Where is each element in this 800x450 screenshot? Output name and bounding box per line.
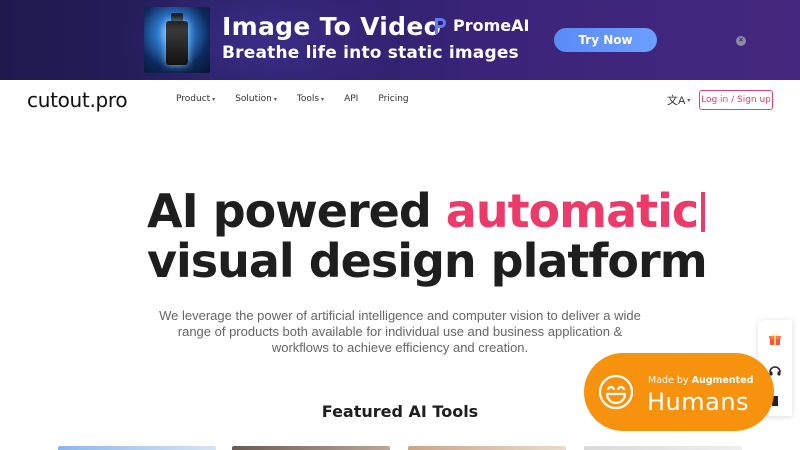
tool-card[interactable] bbox=[58, 446, 216, 450]
banner-title: Image To Video bbox=[222, 12, 442, 41]
hero-heading-line1: AI powered automatic bbox=[147, 184, 707, 238]
nav-item-tools[interactable]: Tools ▾ bbox=[297, 94, 324, 104]
site-logo[interactable]: cutout.pro bbox=[27, 88, 128, 112]
hero-heading-line2: visual design platform bbox=[147, 234, 708, 288]
try-now-button[interactable]: Try Now bbox=[554, 28, 657, 52]
promeai-brand: PromeAI bbox=[432, 16, 529, 35]
tool-card[interactable] bbox=[408, 446, 566, 450]
nav-item-solution[interactable]: Solution ▾ bbox=[235, 94, 277, 104]
badge-made-by: Made by bbox=[648, 375, 689, 386]
gift-icon[interactable] bbox=[768, 332, 782, 346]
top-navigation: cutout.pro Product ▾ Solution ▾ Tools ▾ … bbox=[0, 80, 800, 120]
hero-description: We leverage the power of artificial inte… bbox=[159, 308, 641, 355]
promeai-logo-icon bbox=[435, 17, 446, 34]
typing-caret bbox=[701, 192, 706, 232]
chevron-down-icon: ▾ bbox=[687, 97, 691, 104]
close-icon[interactable]: × bbox=[736, 36, 746, 46]
hero-heading-prefix: AI powered bbox=[147, 184, 446, 238]
nav-item-label: Solution bbox=[235, 94, 272, 104]
augmented-humans-badge[interactable]: Made by Augmented Humans bbox=[584, 353, 774, 431]
login-signup-button[interactable]: Log in / Sign up bbox=[699, 90, 773, 110]
nav-item-product[interactable]: Product ▾ bbox=[176, 94, 215, 104]
chevron-down-icon: ▾ bbox=[212, 95, 216, 103]
badge-augmented: Augmented bbox=[691, 375, 754, 386]
nav-menu: Product ▾ Solution ▾ Tools ▾ API Pricing bbox=[176, 94, 429, 104]
nav-item-pricing[interactable]: Pricing bbox=[378, 94, 408, 104]
chevron-down-icon: ▾ bbox=[273, 95, 277, 103]
nav-item-label: Tools bbox=[296, 94, 320, 104]
banner-subtitle: Breathe life into static images bbox=[222, 43, 519, 63]
language-selector[interactable]: 文A ▾ bbox=[667, 92, 690, 108]
nav-item-api[interactable]: API bbox=[344, 94, 358, 104]
translate-icon: 文A bbox=[667, 95, 686, 107]
nav-item-label: API bbox=[344, 94, 359, 104]
promo-banner[interactable]: Image To Video Breathe life into static … bbox=[0, 0, 800, 80]
tool-card[interactable] bbox=[232, 446, 390, 450]
nav-item-label: Pricing bbox=[378, 94, 409, 104]
bottle-shape bbox=[166, 21, 188, 65]
badge-made-by-text: Made by Augmented bbox=[648, 375, 753, 386]
chevron-down-icon: ▾ bbox=[321, 95, 325, 103]
nav-item-label: Product bbox=[176, 94, 211, 104]
hero-heading-accent: automatic bbox=[445, 184, 699, 238]
smiley-face-icon bbox=[598, 374, 634, 410]
promeai-label: PromeAI bbox=[453, 16, 530, 35]
tool-card[interactable] bbox=[584, 446, 742, 450]
banner-thumbnail bbox=[144, 7, 210, 73]
badge-humans-text: Humans bbox=[647, 388, 750, 416]
